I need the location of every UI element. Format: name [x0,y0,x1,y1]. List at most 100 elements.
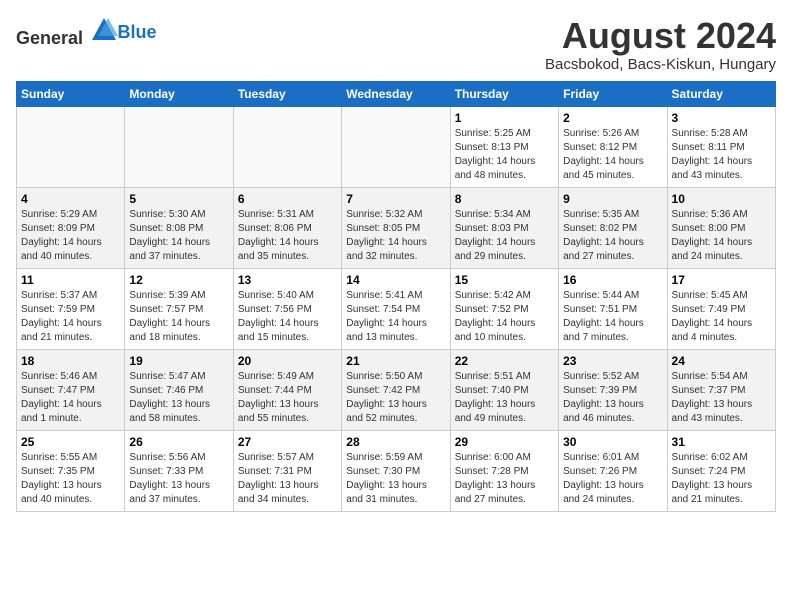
day-number: 13 [238,273,337,287]
day-number: 30 [563,435,662,449]
calendar-header-row: SundayMondayTuesdayWednesdayThursdayFrid… [17,81,776,106]
day-number: 21 [346,354,445,368]
calendar-cell: 22 Sunrise: 5:51 AM Sunset: 7:40 PM Dayli… [450,349,558,430]
calendar-cell: 11Sunrise: 5:37 AM Sunset: 7:59 PM Dayli… [17,268,125,349]
calendar-week-row: 11Sunrise: 5:37 AM Sunset: 7:59 PM Dayli… [17,268,776,349]
day-detail: Sunrise: 5:51 AM Sunset: 7:40 PM Dayligh… [455,370,554,426]
day-detail: Sunrise: 5:45 AM Sunset: 7:49 PM Dayligh… [672,289,771,345]
day-number: 12 [129,273,228,287]
calendar-cell: 31Sunrise: 6:02 AM Sunset: 7:24 PM Dayli… [667,430,775,511]
weekday-header: Friday [559,81,667,106]
calendar-cell: 6 Sunrise: 5:31 AM Sunset: 8:06 PM Daylig… [233,187,341,268]
calendar-week-row: 18Sunrise: 5:46 AM Sunset: 7:47 PM Dayli… [17,349,776,430]
calendar-cell: 28 Sunrise: 5:59 AM Sunset: 7:30 PM Dayli… [342,430,450,511]
day-number: 20 [238,354,337,368]
day-number: 10 [672,192,771,206]
day-number: 16 [563,273,662,287]
day-number: 19 [129,354,228,368]
day-number: 25 [21,435,120,449]
calendar-cell: 30 Sunrise: 6:01 AM Sunset: 7:26 PM Dayli… [559,430,667,511]
calendar-cell: 1 Sunrise: 5:25 AM Sunset: 8:13 PM Daylig… [450,106,558,187]
day-detail: Sunrise: 5:52 AM Sunset: 7:39 PM Dayligh… [563,370,662,426]
day-detail: Sunrise: 5:59 AM Sunset: 7:30 PM Dayligh… [346,451,445,507]
weekday-header: Tuesday [233,81,341,106]
calendar-cell [17,106,125,187]
day-detail: Sunrise: 5:44 AM Sunset: 7:51 PM Dayligh… [563,289,662,345]
day-detail: Sunrise: 5:28 AM Sunset: 8:11 PM Dayligh… [672,127,771,183]
calendar-cell: 25 Sunrise: 5:55 AM Sunset: 7:35 PM Dayli… [17,430,125,511]
calendar-cell: 8 Sunrise: 5:34 AM Sunset: 8:03 PM Daylig… [450,187,558,268]
calendar-cell: 2 Sunrise: 5:26 AM Sunset: 8:12 PM Daylig… [559,106,667,187]
day-detail: Sunrise: 5:26 AM Sunset: 8:12 PM Dayligh… [563,127,662,183]
calendar-cell [233,106,341,187]
calendar-cell: 15 Sunrise: 5:42 AM Sunset: 7:52 PM Dayli… [450,268,558,349]
day-detail: Sunrise: 5:55 AM Sunset: 7:35 PM Dayligh… [21,451,120,507]
day-number: 4 [21,192,120,206]
day-number: 14 [346,273,445,287]
day-number: 8 [455,192,554,206]
calendar-cell: 23Sunrise: 5:52 AM Sunset: 7:39 PM Dayli… [559,349,667,430]
day-number: 29 [455,435,554,449]
day-detail: Sunrise: 5:29 AM Sunset: 8:09 PM Dayligh… [21,208,120,264]
day-detail: Sunrise: 5:34 AM Sunset: 8:03 PM Dayligh… [455,208,554,264]
day-detail: Sunrise: 5:30 AM Sunset: 8:08 PM Dayligh… [129,208,228,264]
day-number: 26 [129,435,228,449]
calendar-cell: 19 Sunrise: 5:47 AM Sunset: 7:46 PM Dayli… [125,349,233,430]
logo-general-text: General [16,28,83,48]
day-number: 11 [21,273,120,287]
day-detail: Sunrise: 5:47 AM Sunset: 7:46 PM Dayligh… [129,370,228,426]
calendar-cell: 10 Sunrise: 5:36 AM Sunset: 8:00 PM Dayli… [667,187,775,268]
calendar-cell: 5 Sunrise: 5:30 AM Sunset: 8:08 PM Daylig… [125,187,233,268]
calendar-title: August 2024 [545,16,776,56]
calendar-cell: 17Sunrise: 5:45 AM Sunset: 7:49 PM Dayli… [667,268,775,349]
day-number: 28 [346,435,445,449]
day-detail: Sunrise: 5:49 AM Sunset: 7:44 PM Dayligh… [238,370,337,426]
day-detail: Sunrise: 5:42 AM Sunset: 7:52 PM Dayligh… [455,289,554,345]
calendar-week-row: 1 Sunrise: 5:25 AM Sunset: 8:13 PM Daylig… [17,106,776,187]
day-detail: Sunrise: 5:39 AM Sunset: 7:57 PM Dayligh… [129,289,228,345]
weekday-header: Wednesday [342,81,450,106]
page-header: General Blue August 2024 Bacsbokod, Bacs… [16,16,776,73]
weekday-header: Monday [125,81,233,106]
day-detail: Sunrise: 5:36 AM Sunset: 8:00 PM Dayligh… [672,208,771,264]
day-detail: Sunrise: 5:54 AM Sunset: 7:37 PM Dayligh… [672,370,771,426]
day-number: 7 [346,192,445,206]
logo-blue-text: Blue [118,22,157,42]
day-detail: Sunrise: 5:50 AM Sunset: 7:42 PM Dayligh… [346,370,445,426]
calendar-subtitle: Bacsbokod, Bacs-Kiskun, Hungary [545,56,776,73]
day-detail: Sunrise: 5:56 AM Sunset: 7:33 PM Dayligh… [129,451,228,507]
day-number: 27 [238,435,337,449]
day-detail: Sunrise: 5:57 AM Sunset: 7:31 PM Dayligh… [238,451,337,507]
calendar-cell: 16 Sunrise: 5:44 AM Sunset: 7:51 PM Dayli… [559,268,667,349]
day-detail: Sunrise: 5:25 AM Sunset: 8:13 PM Dayligh… [455,127,554,183]
calendar-cell: 12 Sunrise: 5:39 AM Sunset: 7:57 PM Dayli… [125,268,233,349]
calendar-cell [342,106,450,187]
day-number: 6 [238,192,337,206]
day-detail: Sunrise: 5:40 AM Sunset: 7:56 PM Dayligh… [238,289,337,345]
calendar-table: SundayMondayTuesdayWednesdayThursdayFrid… [16,81,776,512]
day-number: 1 [455,111,554,125]
calendar-cell: 24Sunrise: 5:54 AM Sunset: 7:37 PM Dayli… [667,349,775,430]
day-detail: Sunrise: 6:00 AM Sunset: 7:28 PM Dayligh… [455,451,554,507]
day-detail: Sunrise: 5:31 AM Sunset: 8:06 PM Dayligh… [238,208,337,264]
day-detail: Sunrise: 6:01 AM Sunset: 7:26 PM Dayligh… [563,451,662,507]
calendar-cell: 13 Sunrise: 5:40 AM Sunset: 7:56 PM Dayli… [233,268,341,349]
calendar-cell: 27 Sunrise: 5:57 AM Sunset: 7:31 PM Dayli… [233,430,341,511]
day-number: 9 [563,192,662,206]
calendar-cell: 7Sunrise: 5:32 AM Sunset: 8:05 PM Daylig… [342,187,450,268]
day-number: 22 [455,354,554,368]
calendar-cell: 3Sunrise: 5:28 AM Sunset: 8:11 PM Daylig… [667,106,775,187]
day-number: 15 [455,273,554,287]
logo-icon [90,16,118,44]
day-number: 2 [563,111,662,125]
day-number: 5 [129,192,228,206]
calendar-cell: 4 Sunrise: 5:29 AM Sunset: 8:09 PM Daylig… [17,187,125,268]
calendar-cell: 20 Sunrise: 5:49 AM Sunset: 7:44 PM Dayli… [233,349,341,430]
weekday-header: Sunday [17,81,125,106]
day-detail: Sunrise: 5:41 AM Sunset: 7:54 PM Dayligh… [346,289,445,345]
day-number: 31 [672,435,771,449]
day-detail: Sunrise: 5:35 AM Sunset: 8:02 PM Dayligh… [563,208,662,264]
logo: General Blue [16,16,157,49]
day-detail: Sunrise: 5:46 AM Sunset: 7:47 PM Dayligh… [21,370,120,426]
calendar-cell: 29 Sunrise: 6:00 AM Sunset: 7:28 PM Dayli… [450,430,558,511]
